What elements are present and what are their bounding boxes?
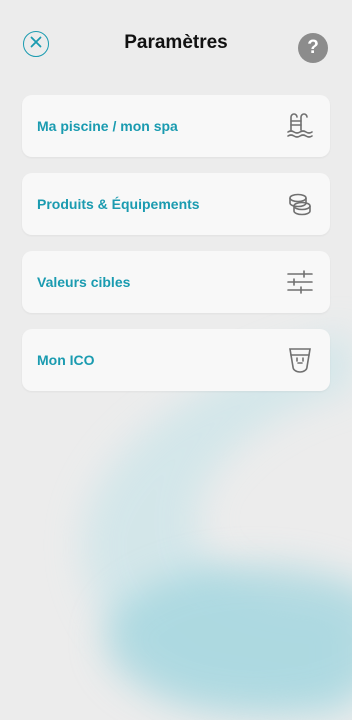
menu-item-label: Mon ICO <box>37 352 95 368</box>
menu-item-my-ico[interactable]: Mon ICO <box>22 329 330 391</box>
question-mark-icon: ? <box>307 37 319 58</box>
help-button[interactable]: ? <box>298 33 328 63</box>
menu-item-label: Produits & Équipements <box>37 196 200 212</box>
menu-item-label: Ma piscine / mon spa <box>37 118 178 134</box>
header: Paramètres ? <box>0 0 352 90</box>
menu-item-pool-spa[interactable]: Ma piscine / mon spa <box>22 95 330 157</box>
ico-device-icon <box>284 344 316 376</box>
settings-menu: Ma piscine / mon spa Produits & Équipeme… <box>22 95 330 407</box>
menu-item-products-equipment[interactable]: Produits & Équipements <box>22 173 330 235</box>
sliders-icon <box>284 266 316 298</box>
menu-item-target-values[interactable]: Valeurs cibles <box>22 251 330 313</box>
product-stack-icon <box>284 188 316 220</box>
menu-item-label: Valeurs cibles <box>37 274 131 290</box>
pool-ladder-icon <box>284 110 316 142</box>
